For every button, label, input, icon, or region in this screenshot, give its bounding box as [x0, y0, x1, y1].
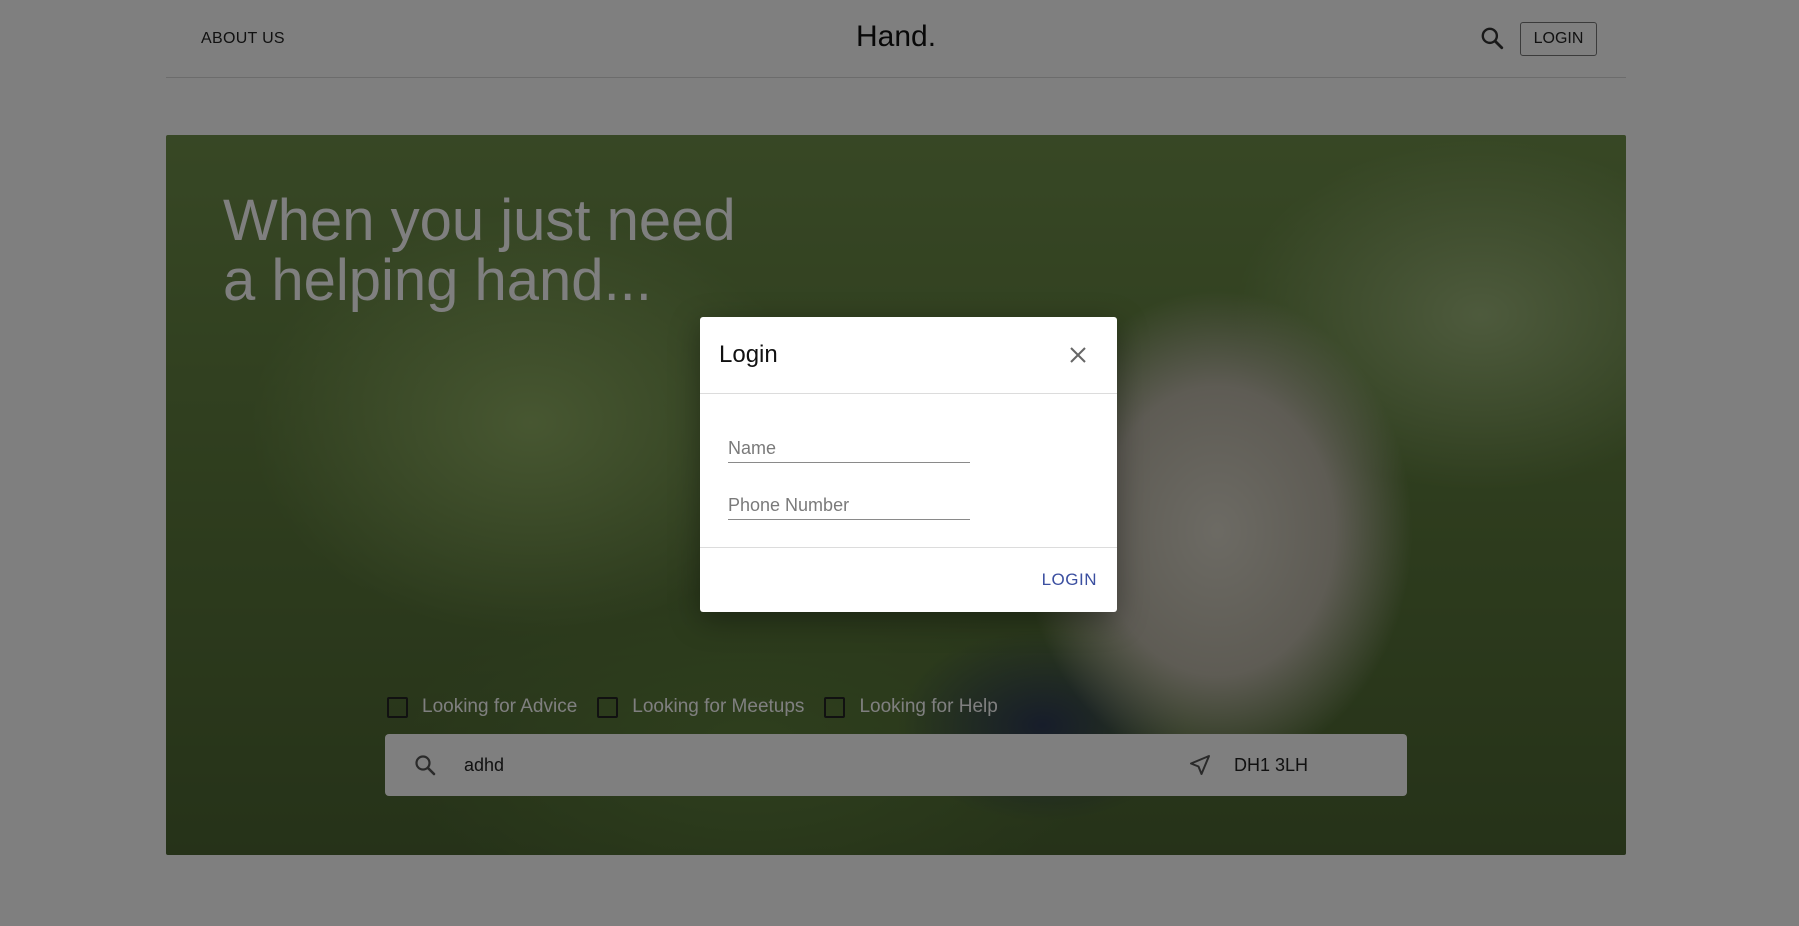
- modal-title: Login: [719, 341, 778, 368]
- phone-number-field[interactable]: [728, 486, 970, 520]
- close-icon[interactable]: [1066, 343, 1090, 367]
- name-field[interactable]: [728, 429, 970, 463]
- modal-body: [700, 394, 1117, 548]
- modal-footer: LOGIN: [700, 548, 1117, 611]
- modal-header: Login: [700, 317, 1117, 394]
- login-modal: Login LOGIN: [700, 317, 1117, 612]
- modal-login-button[interactable]: LOGIN: [1042, 570, 1097, 590]
